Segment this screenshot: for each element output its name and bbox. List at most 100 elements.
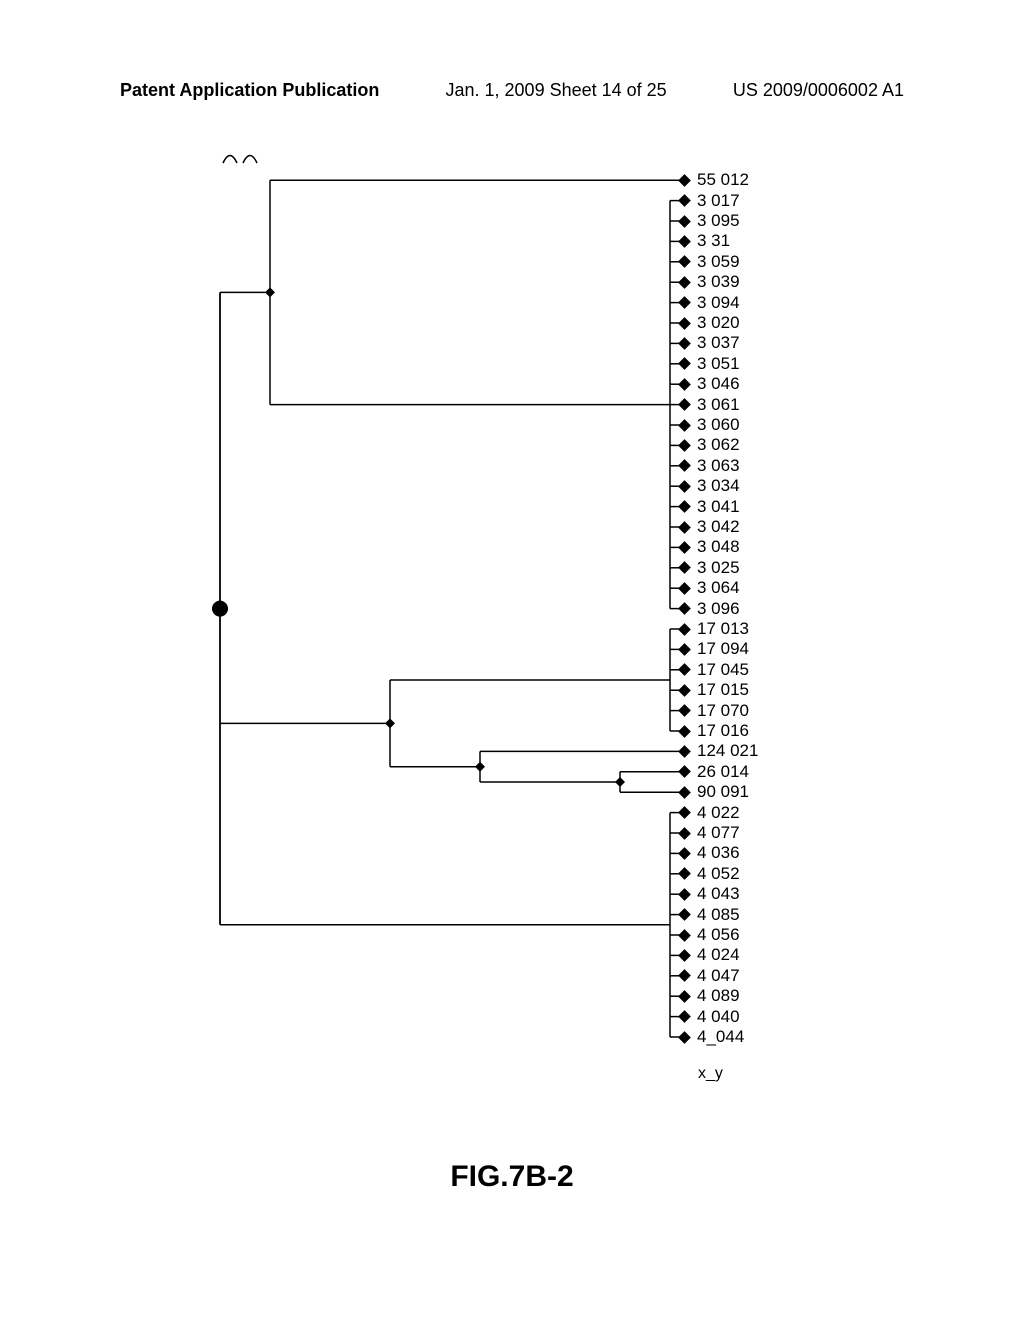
leaf-label: 3 31 — [697, 231, 730, 251]
tree-leaf: 4 040 — [680, 1007, 740, 1027]
leaf-marker-icon — [678, 990, 691, 1003]
tree-leaf: 4 047 — [680, 966, 740, 986]
leaf-marker-icon — [678, 276, 691, 289]
leaf-label: 4 024 — [697, 945, 740, 965]
leaf-marker-icon — [678, 765, 691, 778]
tree-leaf: 3 095 — [680, 211, 740, 231]
leaf-marker-icon — [678, 663, 691, 676]
leaf-label: 124 021 — [697, 741, 758, 761]
leaf-marker-icon — [678, 521, 691, 534]
leaf-marker-icon — [678, 888, 691, 901]
figure-label: FIG.7B-2 — [0, 1160, 1024, 1194]
leaf-label: 4 043 — [697, 884, 740, 904]
leaf-marker-icon — [678, 174, 691, 187]
leaf-marker-icon — [678, 684, 691, 697]
tree-leaf: 90 091 — [680, 782, 749, 802]
leaf-marker-icon — [678, 561, 691, 574]
leaf-marker-icon — [678, 1031, 691, 1044]
leaf-label: 3 037 — [697, 333, 740, 353]
leaf-marker-icon — [678, 847, 691, 860]
leaf-marker-icon — [678, 725, 691, 738]
leaf-marker-icon — [678, 949, 691, 962]
leaf-marker-icon — [678, 786, 691, 799]
leaf-label: 3 041 — [697, 497, 740, 517]
leaf-label: 3 094 — [697, 293, 740, 313]
leaf-label: 3 095 — [697, 211, 740, 231]
leaf-label: 90 091 — [697, 782, 749, 802]
leaf-label: 17 070 — [697, 701, 749, 721]
leaf-label: 4_044 — [697, 1027, 744, 1047]
leaf-label: 3 042 — [697, 517, 740, 537]
leaf-marker-icon — [678, 194, 691, 207]
leaf-label: 4 077 — [697, 823, 740, 843]
leaf-marker-icon — [678, 255, 691, 268]
header-mid: Jan. 1, 2009 Sheet 14 of 25 — [446, 80, 667, 101]
leaf-marker-icon — [678, 867, 691, 880]
leaf-label: 3 064 — [697, 578, 740, 598]
page-header: Patent Application Publication Jan. 1, 2… — [0, 80, 1024, 101]
dendrogram-tree: 55 0123 0173 0953 313 0593 0393 0943 020… — [190, 140, 830, 1120]
tree-leaf: 17 016 — [680, 721, 749, 741]
leaf-label: 3 060 — [697, 415, 740, 435]
tree-leaf: 3 037 — [680, 333, 740, 353]
leaf-label: 3 063 — [697, 456, 740, 476]
tree-leaf: 3 061 — [680, 395, 740, 415]
tree-leaf: 3 017 — [680, 191, 740, 211]
leaf-label: 3 059 — [697, 252, 740, 272]
leaf-label: 17 016 — [697, 721, 749, 741]
leaf-label: 3 017 — [697, 191, 740, 211]
leaf-marker-icon — [678, 969, 691, 982]
leaf-label: 3 062 — [697, 435, 740, 455]
tree-leaf: 4 052 — [680, 864, 740, 884]
leaf-marker-icon — [678, 1010, 691, 1023]
tree-leaf: 26 014 — [680, 762, 749, 782]
leaf-label: 3 046 — [697, 374, 740, 394]
leaf-label: 3 061 — [697, 395, 740, 415]
tree-leaf: 3 048 — [680, 537, 740, 557]
tree-leaf: 3 063 — [680, 456, 740, 476]
tree-leaf: 4 085 — [680, 905, 740, 925]
leaf-label: 3 051 — [697, 354, 740, 374]
leaf-marker-icon — [678, 480, 691, 493]
tree-leaf: 17 070 — [680, 701, 749, 721]
tree-leaf: 4 024 — [680, 945, 740, 965]
leaf-marker-icon — [678, 398, 691, 411]
tree-leaf: 4 036 — [680, 843, 740, 863]
leaf-marker-icon — [678, 317, 691, 330]
leaf-label: 3 020 — [697, 313, 740, 333]
leaf-marker-icon — [678, 623, 691, 636]
leaf-label: 17 013 — [697, 619, 749, 639]
leaf-marker-icon — [678, 337, 691, 350]
tree-leaf: 3 060 — [680, 415, 740, 435]
tree-leaf: 4 043 — [680, 884, 740, 904]
leaf-label: 3 048 — [697, 537, 740, 557]
leaf-marker-icon — [678, 541, 691, 554]
leaf-label: 3 034 — [697, 476, 740, 496]
leaf-label: 3 025 — [697, 558, 740, 578]
header-right: US 2009/0006002 A1 — [733, 80, 904, 101]
leaf-marker-icon — [678, 704, 691, 717]
leaf-marker-icon — [678, 745, 691, 758]
leaf-label: 4 022 — [697, 803, 740, 823]
tree-leaf: 3 064 — [680, 578, 740, 598]
leaf-marker-icon — [678, 806, 691, 819]
leaf-marker-icon — [678, 419, 691, 432]
leaf-marker-icon — [678, 459, 691, 472]
leaf-label: 3 096 — [697, 599, 740, 619]
leaf-marker-icon — [678, 602, 691, 615]
tree-leaf: 3 094 — [680, 293, 740, 313]
tree-leaf: 3 046 — [680, 374, 740, 394]
leaf-marker-icon — [678, 929, 691, 942]
tree-leaf: 3 051 — [680, 354, 740, 374]
tree-leaf: 17 015 — [680, 680, 749, 700]
leaf-label: 4 052 — [697, 864, 740, 884]
leaf-marker-icon — [678, 827, 691, 840]
tree-leaf: 17 045 — [680, 660, 749, 680]
tree-leaf: 124 021 — [680, 741, 758, 761]
leaf-label: 55 012 — [697, 170, 749, 190]
xy-label: x_y — [698, 1065, 723, 1083]
leaf-marker-icon — [678, 357, 691, 370]
leaf-marker-icon — [678, 296, 691, 309]
leaf-marker-icon — [678, 908, 691, 921]
tree-leaf: 17 013 — [680, 619, 749, 639]
